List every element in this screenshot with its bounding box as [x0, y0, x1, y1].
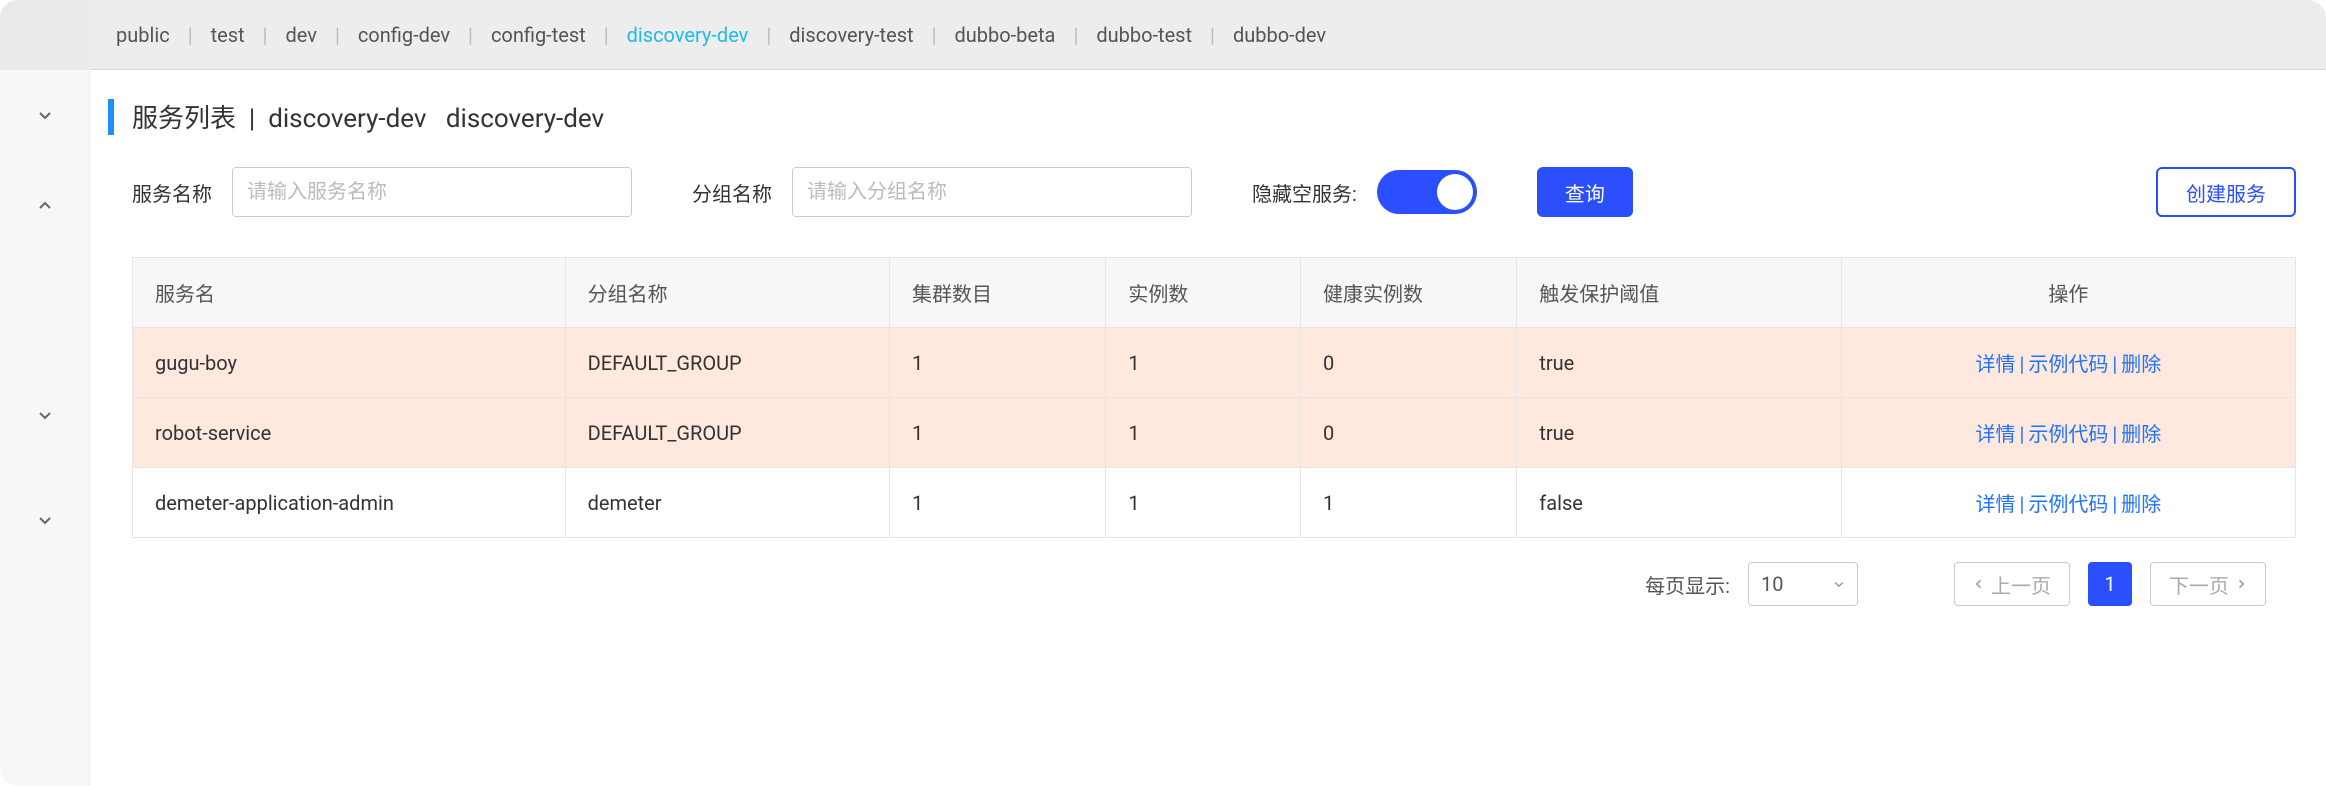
next-label: 下一页: [2169, 570, 2229, 599]
chevron-down-icon: [37, 407, 53, 423]
toggle-knob: [1437, 174, 1473, 210]
prev-label: 上一页: [1991, 570, 2051, 599]
next-page-button[interactable]: 下一页: [2150, 562, 2266, 606]
sample-code-link[interactable]: 示例代码: [2028, 352, 2108, 376]
title-heading: 服务列表: [132, 104, 236, 134]
cell-instances: 1: [1106, 328, 1301, 398]
cell-healthy: 0: [1300, 398, 1516, 468]
chevron-down-icon: [37, 512, 53, 528]
tab-separator: |: [263, 23, 268, 47]
cell-clusters: 1: [890, 328, 1106, 398]
tab-separator: |: [932, 23, 937, 47]
page-number-current[interactable]: 1: [2088, 562, 2132, 606]
delete-link[interactable]: 删除: [2121, 492, 2161, 516]
crumb-sep: |: [249, 104, 255, 134]
tab-test[interactable]: test: [205, 19, 251, 51]
cell-group: DEFAULT_GROUP: [565, 328, 889, 398]
tab-discovery-test[interactable]: discovery-test: [783, 19, 919, 51]
hide-empty-toggle[interactable]: [1377, 170, 1477, 214]
group-name-input[interactable]: [792, 167, 1192, 217]
delete-link[interactable]: 删除: [2121, 352, 2161, 376]
chevron-left-icon: [1973, 578, 1985, 590]
sample-code-link[interactable]: 示例代码: [2028, 492, 2108, 516]
chevron-up-icon: [37, 197, 53, 213]
delete-link[interactable]: 删除: [2121, 422, 2161, 446]
tab-config-test[interactable]: config-test: [485, 19, 592, 51]
sidebar-item-5[interactable]: [0, 460, 89, 580]
create-service-button[interactable]: 创建服务: [2156, 167, 2296, 217]
col-healthy: 健康实例数: [1300, 258, 1516, 328]
cell-instances: 1: [1106, 468, 1301, 538]
tab-public[interactable]: public: [110, 19, 176, 51]
cell-instances: 1: [1106, 398, 1301, 468]
cell-group: demeter: [565, 468, 889, 538]
chevron-down-icon: [1833, 578, 1845, 590]
cell-threshold: false: [1517, 468, 1841, 538]
cell-name: gugu-boy: [133, 328, 566, 398]
sidebar: [0, 0, 90, 786]
tab-discovery-dev[interactable]: discovery-dev: [621, 19, 755, 51]
tab-dubbo-test[interactable]: dubbo-test: [1090, 19, 1198, 51]
service-table: 服务名 分组名称 集群数目 实例数 健康实例数 触发保护阈值 操作 gugu-b…: [132, 257, 2296, 538]
title-crumb-2: discovery-dev: [446, 104, 604, 134]
sidebar-item-3[interactable]: [0, 250, 89, 370]
col-service-name: 服务名: [133, 258, 566, 328]
sidebar-item-1[interactable]: [0, 70, 89, 160]
detail-link[interactable]: 详情: [1975, 492, 2015, 516]
col-instances: 实例数: [1106, 258, 1301, 328]
page-title-row: 服务列表 | discovery-dev discovery-dev: [108, 98, 2296, 135]
tab-separator: |: [468, 23, 473, 47]
col-threshold: 触发保护阈值: [1517, 258, 1841, 328]
tab-separator: |: [1073, 23, 1078, 47]
sidebar-item-2[interactable]: [0, 160, 89, 250]
cell-threshold: true: [1517, 328, 1841, 398]
chevron-right-icon: [2235, 578, 2247, 590]
title-crumb-1: discovery-dev: [268, 104, 426, 134]
cell-operations: 详情|示例代码|删除: [1841, 328, 2295, 398]
col-group: 分组名称: [565, 258, 889, 328]
hide-empty-label: 隐藏空服务:: [1252, 178, 1357, 207]
namespace-tabs: public | test | dev | config-dev | config-test | d…: [90, 0, 2326, 70]
table-row: robot-serviceDEFAULT_GROUP110true详情|示例代码…: [133, 398, 2296, 468]
page-title: 服务列表 | discovery-dev discovery-dev: [132, 98, 604, 135]
cell-clusters: 1: [890, 398, 1106, 468]
per-page-value: 10: [1761, 572, 1783, 596]
group-name-label: 分组名称: [692, 178, 772, 207]
per-page-label: 每页显示:: [1645, 570, 1730, 599]
table-row: gugu-boyDEFAULT_GROUP110true详情|示例代码|删除: [133, 328, 2296, 398]
tab-separator: |: [604, 23, 609, 47]
cell-clusters: 1: [890, 468, 1106, 538]
prev-page-button[interactable]: 上一页: [1954, 562, 2070, 606]
sidebar-header-block: [0, 0, 89, 70]
tab-separator: |: [1210, 23, 1215, 47]
cell-group: DEFAULT_GROUP: [565, 398, 889, 468]
tab-separator: |: [766, 23, 771, 47]
table-row: demeter-application-admindemeter111false…: [133, 468, 2296, 538]
title-accent-bar: [108, 99, 114, 135]
detail-link[interactable]: 详情: [1975, 422, 2015, 446]
cell-healthy: 1: [1300, 468, 1516, 538]
detail-link[interactable]: 详情: [1975, 352, 2015, 376]
cell-name: demeter-application-admin: [133, 468, 566, 538]
col-operations: 操作: [1841, 258, 2295, 328]
sidebar-item-4[interactable]: [0, 370, 89, 460]
per-page-select[interactable]: 10: [1748, 562, 1858, 606]
cell-threshold: true: [1517, 398, 1841, 468]
service-name-label: 服务名称: [132, 178, 212, 207]
tab-separator: |: [188, 23, 193, 47]
cell-healthy: 0: [1300, 328, 1516, 398]
chevron-down-icon: [37, 107, 53, 123]
tab-config-dev[interactable]: config-dev: [352, 19, 456, 51]
service-name-input[interactable]: [232, 167, 632, 217]
tab-dubbo-dev[interactable]: dubbo-dev: [1227, 19, 1332, 51]
cell-operations: 详情|示例代码|删除: [1841, 398, 2295, 468]
tab-separator: |: [335, 23, 340, 47]
col-clusters: 集群数目: [890, 258, 1106, 328]
tab-dubbo-beta[interactable]: dubbo-beta: [948, 19, 1061, 51]
query-button[interactable]: 查询: [1537, 167, 1633, 217]
cell-operations: 详情|示例代码|删除: [1841, 468, 2295, 538]
tab-dev[interactable]: dev: [279, 19, 322, 51]
sample-code-link[interactable]: 示例代码: [2028, 422, 2108, 446]
cell-name: robot-service: [133, 398, 566, 468]
